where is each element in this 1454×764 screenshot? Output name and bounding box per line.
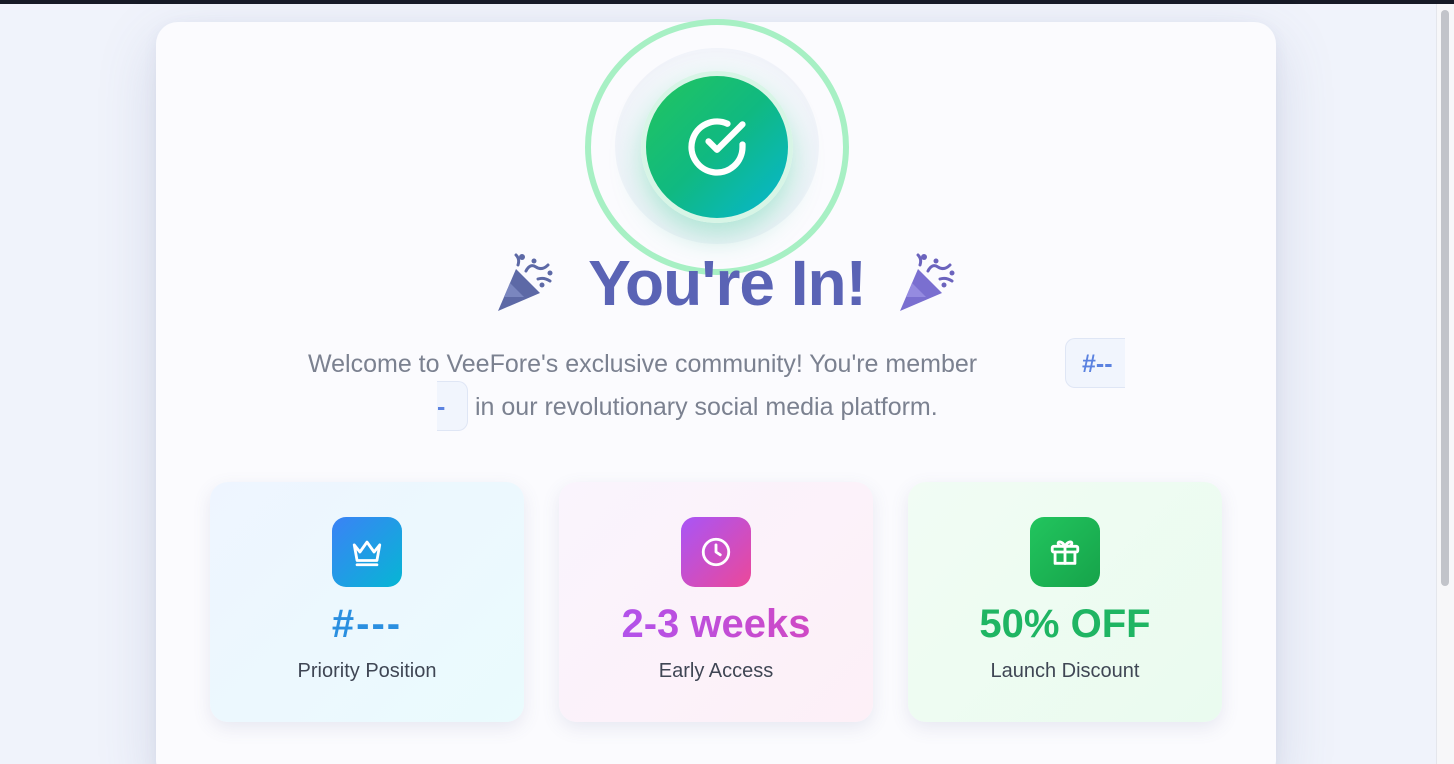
gift-icon (1050, 540, 1080, 565)
clock-icon (701, 537, 731, 567)
crown-icon (352, 540, 382, 567)
party-popper-icon (899, 253, 955, 311)
feature-icon-box (1030, 517, 1100, 587)
feature-card-early-access: 2-3 weeks Early Access (559, 482, 873, 722)
success-badge (641, 71, 793, 223)
feature-card-discount: 50% OFF Launch Discount (908, 482, 1222, 722)
feature-label: Priority Position (297, 660, 437, 682)
feature-icon-box (681, 517, 751, 587)
member-number-badge: #-- (1065, 338, 1125, 388)
feature-label: Launch Discount (990, 660, 1140, 682)
feature-icon-box (332, 517, 402, 587)
feature-value: 2-3 weeks (559, 602, 873, 647)
party-popper-icon (498, 253, 553, 311)
check-circle-icon (688, 118, 746, 176)
feature-value: 50% OFF (979, 602, 1151, 646)
title-text: You're In! (588, 247, 867, 319)
window-top-border (0, 0, 1454, 4)
feature-label: Early Access (658, 660, 774, 682)
feature-value: #--- (331, 602, 403, 646)
scrollbar[interactable] (1436, 4, 1454, 764)
welcome-text-line1: Welcome to VeeFore's exclusive community… (308, 350, 978, 378)
member-number-badge-tail: - (437, 381, 468, 431)
page-title: You're In! (0, 246, 1454, 320)
welcome-text-line2: in our revolutionary social media platfo… (475, 393, 938, 421)
feature-card-priority: #--- Priority Position (210, 482, 524, 722)
